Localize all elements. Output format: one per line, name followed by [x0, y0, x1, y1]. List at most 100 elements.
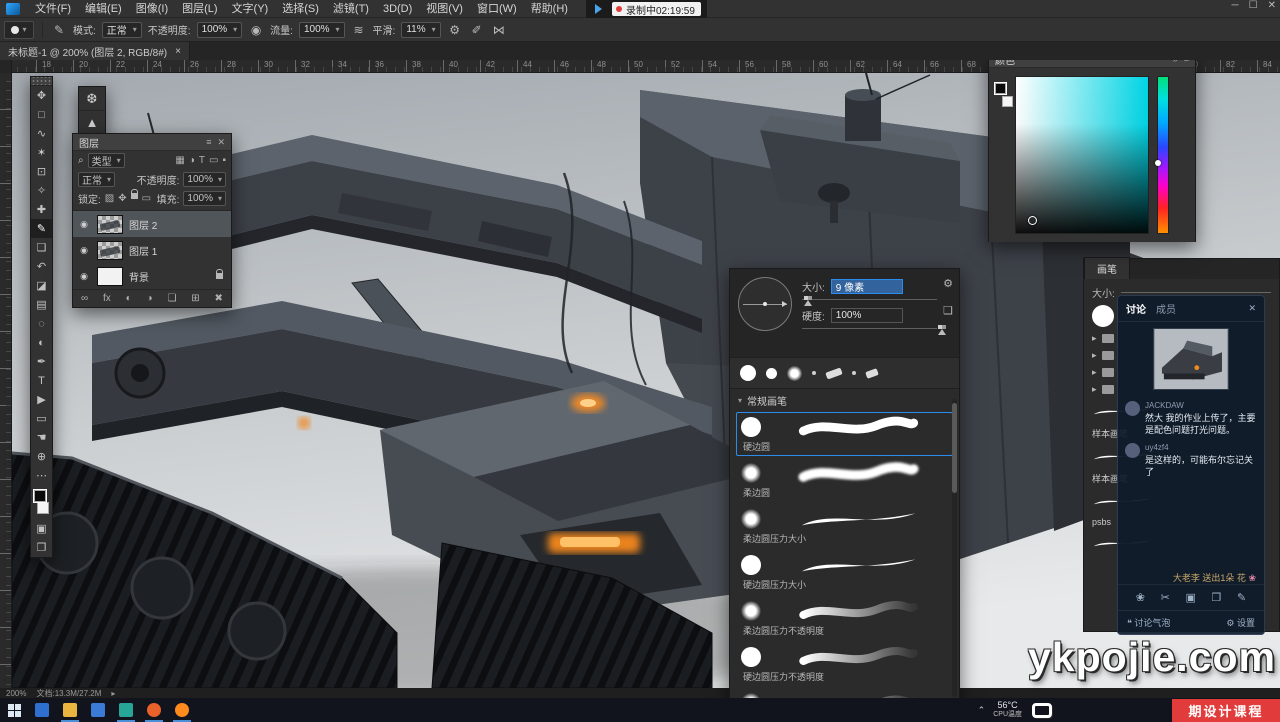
symmetry-icon[interactable]: ⋈: [491, 23, 507, 37]
brush-folder[interactable]: ▸: [1092, 384, 1114, 395]
scissors-icon[interactable]: ✂: [1161, 591, 1170, 604]
foreground-color-swatch[interactable]: [995, 83, 1006, 94]
background-color-swatch[interactable]: [1002, 96, 1013, 107]
navigator-icon[interactable]: ▲: [79, 111, 105, 135]
menu-item-8[interactable]: 视图(V): [419, 0, 470, 18]
close-button[interactable]: ✕: [1268, 0, 1276, 11]
flower-icon[interactable]: ❀: [1136, 591, 1145, 604]
taskbar-app-blue[interactable]: [28, 698, 56, 722]
marquee-tool[interactable]: □: [31, 105, 52, 124]
filter-adjust-icon[interactable]: ◑: [189, 155, 195, 166]
taskbar-explorer[interactable]: [56, 698, 84, 722]
tab-brushes[interactable]: 画笔: [1084, 257, 1130, 279]
eye-icon[interactable]: ◉: [77, 245, 91, 256]
eye-icon[interactable]: ◉: [77, 271, 91, 282]
layer-thumbnail[interactable]: [97, 267, 123, 286]
color-swatches[interactable]: [33, 489, 50, 515]
filter-smart-icon[interactable]: ▪: [222, 155, 226, 166]
link-layers-icon[interactable]: ∞: [81, 293, 88, 304]
menu-item-2[interactable]: 图像(I): [129, 0, 175, 18]
layer-opacity-select[interactable]: 100%▾: [183, 172, 226, 187]
maximize-button[interactable]: ☐: [1249, 0, 1258, 11]
panel-grip[interactable]: [31, 77, 52, 86]
brush-size-input[interactable]: 9 像素: [831, 279, 903, 294]
brush-preset[interactable]: 柔边圆压力大小: [736, 504, 953, 548]
taskbar-store[interactable]: [112, 698, 140, 722]
brush-folder[interactable]: ▸: [1092, 350, 1114, 361]
zoom-level[interactable]: 200%: [6, 689, 26, 698]
move-tool[interactable]: ✥: [31, 86, 52, 105]
new-preset-icon[interactable]: ❏: [943, 304, 953, 317]
menu-item-0[interactable]: 文件(F): [28, 0, 78, 18]
recent-brush-hard-small[interactable]: [766, 368, 777, 379]
brush-preset[interactable]: 柔边圆: [736, 458, 953, 502]
close-icon[interactable]: ✕: [217, 137, 225, 148]
flow-select[interactable]: 100%▾: [299, 22, 345, 38]
draw-icon[interactable]: ✎: [1237, 591, 1246, 604]
brush-preset[interactable]: 柔边圆压力不透明度: [736, 596, 953, 640]
menu-item-10[interactable]: 帮助(H): [524, 0, 575, 18]
layer-row[interactable]: ◉背景: [73, 263, 231, 289]
recent-brush-soft[interactable]: [787, 366, 802, 381]
airbrush-icon[interactable]: ≋: [351, 23, 367, 37]
brush-panel-toggle-icon[interactable]: ✎: [51, 23, 67, 37]
smoothing-select[interactable]: 11%▾: [401, 22, 440, 38]
chevron-right-icon[interactable]: ▸: [1092, 384, 1097, 395]
crop-tool[interactable]: ⊡: [31, 162, 52, 181]
new-layer-icon[interactable]: ⊞: [191, 293, 199, 304]
layer-row[interactable]: ◉图层 1: [73, 237, 231, 263]
pressure-size-icon[interactable]: ✐: [469, 23, 485, 37]
chat-bubble-toggle[interactable]: ❝ 讨论气泡: [1127, 616, 1170, 629]
layer-thumbnail[interactable]: [97, 241, 123, 260]
brush-preset[interactable]: 硬边圆压力大小: [736, 550, 953, 594]
recent-brush-hard[interactable]: [740, 365, 756, 381]
scrollbar[interactable]: [952, 399, 957, 697]
brush-preset[interactable]: 硬边圆: [736, 412, 953, 456]
shared-image-thumbnail[interactable]: [1153, 328, 1229, 390]
zoom-tool[interactable]: ⊕: [31, 447, 52, 466]
recent-brush-dot2[interactable]: [852, 371, 856, 375]
mode-select[interactable]: 正常▾: [102, 22, 142, 38]
lock-transparency-icon[interactable]: ▨: [105, 193, 114, 204]
type-tool[interactable]: T: [31, 371, 52, 390]
recent-brush-flat[interactable]: [825, 367, 842, 379]
eye-icon[interactable]: ◉: [77, 219, 91, 230]
blur-tool[interactable]: ◌: [31, 314, 52, 333]
quick-mask-button[interactable]: ▣: [31, 519, 52, 538]
layer-thumbnail[interactable]: [97, 215, 123, 234]
shape-tool[interactable]: ▭: [31, 409, 52, 428]
brush-hardness-input[interactable]: 100%: [831, 308, 903, 323]
menu-item-1[interactable]: 编辑(E): [78, 0, 129, 18]
lock-position-icon[interactable]: ✥: [118, 193, 126, 204]
panel-color-swatches[interactable]: [994, 82, 1014, 108]
chevron-right-icon[interactable]: ▸: [1092, 350, 1097, 361]
delete-layer-icon[interactable]: ✖: [215, 293, 223, 304]
history-brush-tool[interactable]: ↶: [31, 257, 52, 276]
menu-item-7[interactable]: 3D(D): [376, 0, 419, 18]
start-button[interactable]: [0, 698, 28, 722]
filter-shape-icon[interactable]: ▭: [209, 155, 218, 166]
hue-indicator[interactable]: [1155, 160, 1161, 166]
brush-preset[interactable]: 硬边圆压力不透明度: [736, 642, 953, 686]
recent-brush-flat2[interactable]: [865, 368, 879, 379]
gear-icon[interactable]: ⚙: [943, 277, 953, 290]
menu-item-5[interactable]: 选择(S): [275, 0, 326, 18]
layer-mask-icon[interactable]: ◐: [126, 293, 132, 304]
document-tab[interactable]: 未标题-1 @ 200% (图层 2, RGB/8#) ×: [0, 42, 190, 60]
adjustment-layer-icon[interactable]: ◑: [147, 293, 153, 304]
recent-brush-dot[interactable]: [812, 371, 816, 375]
background-color-swatch[interactable]: [37, 502, 49, 514]
lock-art-icon[interactable]: ▭: [142, 193, 151, 204]
layers-panel-header[interactable]: 图层 ≡✕: [73, 134, 231, 151]
brush-size-slider[interactable]: [802, 296, 951, 304]
tab-members[interactable]: 成员: [1156, 301, 1176, 316]
close-icon[interactable]: ×: [175, 46, 181, 57]
foreground-color-swatch[interactable]: [34, 490, 46, 502]
path-select-tool[interactable]: ▶: [31, 390, 52, 409]
pressure-opacity-icon[interactable]: ◉: [248, 23, 264, 37]
menu-item-9[interactable]: 窗口(W): [470, 0, 524, 18]
lasso-tool[interactable]: ∿: [31, 124, 52, 143]
menu-item-4[interactable]: 文字(Y): [225, 0, 276, 18]
layer-effects-icon[interactable]: fx: [103, 293, 111, 304]
brush-folder[interactable]: ▸: [1092, 367, 1114, 378]
